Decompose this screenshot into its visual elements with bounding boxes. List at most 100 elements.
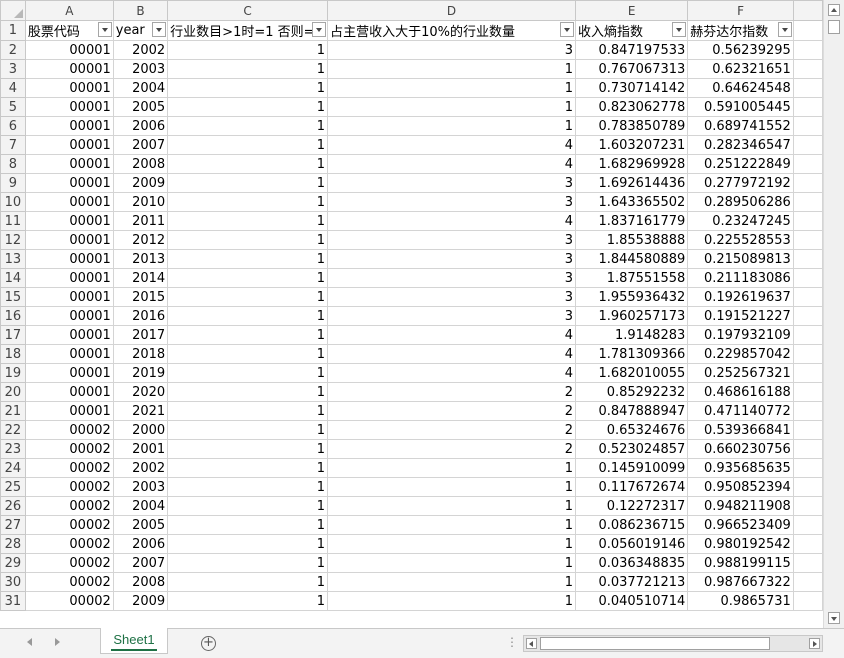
header-cell-entropy-index[interactable]: 收入熵指数 (575, 20, 689, 41)
industry-flag-cell[interactable]: 1 (167, 401, 329, 421)
stock-code-cell[interactable]: 00001 (24, 192, 114, 212)
empty-cell[interactable] (792, 249, 823, 269)
stock-code-cell[interactable]: 00001 (24, 59, 114, 79)
herfindahl-index-cell[interactable]: 0.211183086 (687, 268, 794, 288)
stock-code-cell[interactable]: 00001 (24, 173, 114, 193)
stock-code-cell[interactable]: 00001 (24, 268, 114, 288)
filter-dropdown-icon[interactable] (672, 22, 687, 37)
herfindahl-index-cell[interactable]: 0.277972192 (687, 173, 794, 193)
industry-count-cell[interactable]: 1 (327, 78, 577, 98)
stock-code-cell[interactable]: 00002 (24, 458, 114, 478)
sheet-tab-sheet1[interactable]: Sheet1 (100, 628, 168, 654)
spreadsheet-grid[interactable]: A B C D E F 1 股票代码 year 行业数目>1时=1 否则=0 占… (0, 0, 823, 628)
row-number[interactable]: 5 (0, 97, 26, 117)
year-cell[interactable]: 2003 (112, 59, 169, 79)
year-cell[interactable]: 2000 (112, 420, 169, 440)
industry-count-cell[interactable]: 3 (327, 249, 577, 269)
industry-flag-cell[interactable]: 1 (167, 572, 329, 592)
industry-flag-cell[interactable]: 1 (167, 325, 329, 345)
industry-flag-cell[interactable]: 1 (167, 534, 329, 554)
entropy-index-cell[interactable]: 0.12272317 (575, 496, 689, 516)
row-number[interactable]: 27 (0, 515, 26, 535)
year-cell[interactable]: 2019 (112, 363, 169, 383)
header-cell-major-industry-count[interactable]: 占主营收入大于10%的行业数量 (327, 20, 577, 41)
stock-code-cell[interactable]: 00001 (24, 306, 114, 326)
filter-dropdown-icon[interactable] (152, 22, 167, 37)
stock-code-cell[interactable]: 00001 (24, 135, 114, 155)
stock-code-cell[interactable]: 00002 (24, 515, 114, 535)
empty-cell[interactable] (792, 439, 823, 459)
filter-dropdown-icon[interactable] (312, 22, 327, 37)
industry-flag-cell[interactable]: 1 (167, 211, 329, 231)
stock-code-cell[interactable]: 00001 (24, 154, 114, 174)
year-cell[interactable]: 2010 (112, 192, 169, 212)
year-cell[interactable]: 2018 (112, 344, 169, 364)
entropy-index-cell[interactable]: 1.643365502 (575, 192, 689, 212)
empty-cell[interactable] (792, 59, 823, 79)
industry-count-cell[interactable]: 4 (327, 344, 577, 364)
year-cell[interactable]: 2006 (112, 116, 169, 136)
row-number[interactable]: 3 (0, 59, 26, 79)
year-cell[interactable]: 2006 (112, 534, 169, 554)
year-cell[interactable]: 2002 (112, 40, 169, 60)
year-cell[interactable]: 2008 (112, 154, 169, 174)
industry-flag-cell[interactable]: 1 (167, 420, 329, 440)
year-cell[interactable]: 2011 (112, 211, 169, 231)
entropy-index-cell[interactable]: 1.960257173 (575, 306, 689, 326)
row-number[interactable]: 7 (0, 135, 26, 155)
industry-flag-cell[interactable]: 1 (167, 154, 329, 174)
industry-count-cell[interactable]: 2 (327, 439, 577, 459)
empty-cell[interactable] (792, 78, 823, 98)
column-header-D[interactable]: D (327, 0, 577, 21)
industry-count-cell[interactable]: 3 (327, 306, 577, 326)
empty-cell[interactable] (792, 268, 823, 288)
industry-count-cell[interactable]: 1 (327, 553, 577, 573)
empty-cell[interactable] (792, 230, 823, 250)
empty-cell[interactable] (792, 154, 823, 174)
herfindahl-index-cell[interactable]: 0.191521227 (687, 306, 794, 326)
herfindahl-index-cell[interactable]: 0.591005445 (687, 97, 794, 117)
stock-code-cell[interactable]: 00001 (24, 363, 114, 383)
add-sheet-icon[interactable]: + (201, 636, 216, 651)
industry-flag-cell[interactable]: 1 (167, 192, 329, 212)
horizontal-scroll-thumb[interactable] (540, 637, 770, 650)
entropy-index-cell[interactable]: 0.847888947 (575, 401, 689, 421)
year-cell[interactable]: 2005 (112, 97, 169, 117)
scroll-down-icon[interactable] (828, 612, 840, 624)
entropy-index-cell[interactable]: 0.523024857 (575, 439, 689, 459)
herfindahl-index-cell[interactable]: 0.689741552 (687, 116, 794, 136)
year-cell[interactable]: 2017 (112, 325, 169, 345)
industry-flag-cell[interactable]: 1 (167, 553, 329, 573)
column-header-C[interactable]: C (167, 0, 329, 21)
row-number[interactable]: 16 (0, 306, 26, 326)
herfindahl-index-cell[interactable]: 0.950852394 (687, 477, 794, 497)
industry-count-cell[interactable]: 1 (327, 97, 577, 117)
year-cell[interactable]: 2009 (112, 173, 169, 193)
row-number[interactable]: 12 (0, 230, 26, 250)
stock-code-cell[interactable]: 00001 (24, 325, 114, 345)
herfindahl-index-cell[interactable]: 0.948211908 (687, 496, 794, 516)
scroll-left-icon[interactable] (526, 638, 537, 649)
empty-cell[interactable] (792, 515, 823, 535)
entropy-index-cell[interactable]: 0.056019146 (575, 534, 689, 554)
row-number[interactable]: 13 (0, 249, 26, 269)
industry-count-cell[interactable]: 1 (327, 477, 577, 497)
row-number[interactable]: 18 (0, 344, 26, 364)
horizontal-scrollbar[interactable] (523, 635, 823, 652)
industry-flag-cell[interactable]: 1 (167, 135, 329, 155)
row-number[interactable]: 4 (0, 78, 26, 98)
empty-cell[interactable] (792, 496, 823, 516)
row-number[interactable]: 22 (0, 420, 26, 440)
entropy-index-cell[interactable]: 1.781309366 (575, 344, 689, 364)
industry-flag-cell[interactable]: 1 (167, 344, 329, 364)
entropy-index-cell[interactable]: 0.85292232 (575, 382, 689, 402)
column-header-A[interactable]: A (24, 0, 114, 21)
filter-dropdown-icon[interactable] (97, 22, 112, 37)
row-number[interactable]: 21 (0, 401, 26, 421)
row-number[interactable]: 6 (0, 116, 26, 136)
empty-cell[interactable] (792, 135, 823, 155)
empty-cell[interactable] (792, 173, 823, 193)
industry-flag-cell[interactable]: 1 (167, 363, 329, 383)
year-cell[interactable]: 2005 (112, 515, 169, 535)
entropy-index-cell[interactable]: 0.65324676 (575, 420, 689, 440)
